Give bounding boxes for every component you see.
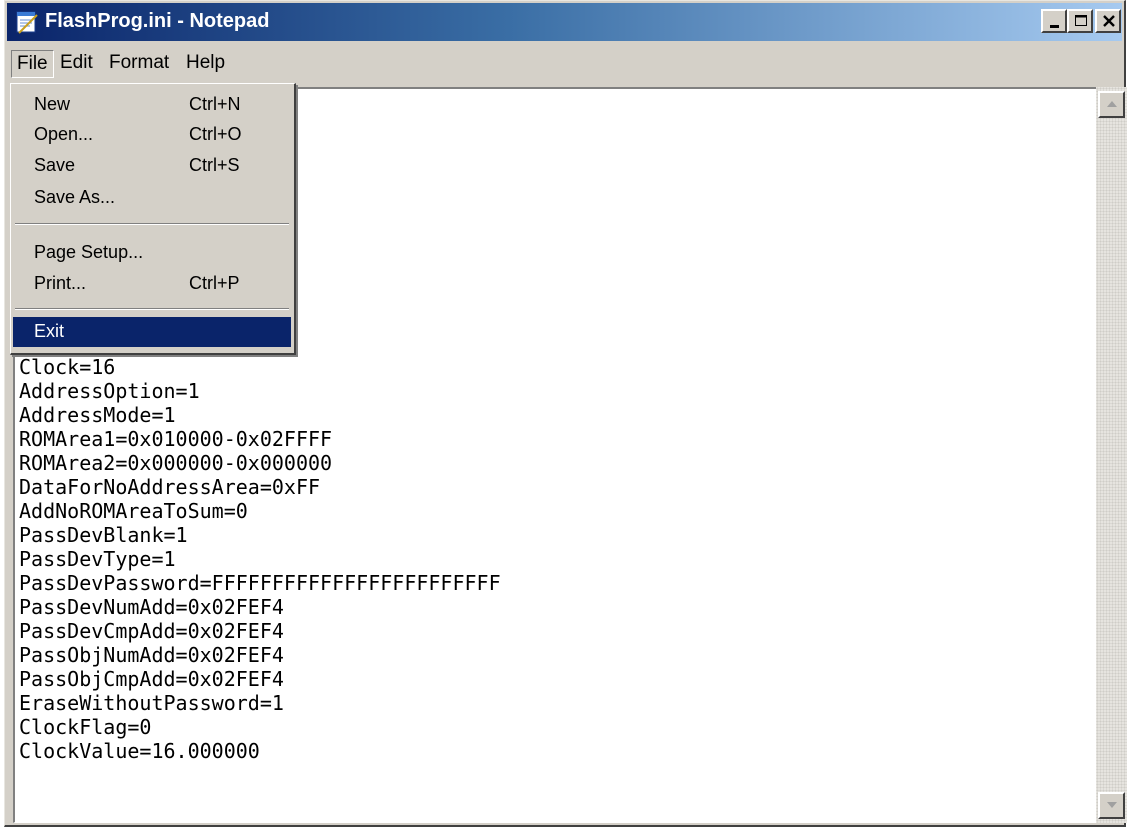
menu-item-label: Save As... [34,187,116,207]
menu-item-save[interactable]: Save Ctrl+S [13,151,291,181]
menu-item-shortcut: Ctrl+O [189,124,242,144]
maximize-button[interactable] [1067,9,1093,33]
menu-separator [15,223,289,225]
menu-item-label: Page Setup... [34,242,144,262]
scroll-up-button[interactable] [1098,91,1125,118]
scroll-down-button[interactable] [1098,792,1125,819]
menu-item-label: Save [34,155,76,175]
minimize-button[interactable] [1041,9,1067,33]
menu-item-label: Print... [34,273,87,293]
close-icon [1103,15,1115,27]
menu-edit[interactable]: Edit [55,50,98,76]
arrow-down-icon [1107,802,1117,808]
close-button[interactable] [1095,9,1121,33]
menu-separator [15,308,289,310]
menu-bar: File Edit Format Help [7,43,1122,83]
menu-item-page-setup[interactable]: Page Setup... [13,238,291,268]
menu-item-save-as[interactable]: Save As... [13,183,291,213]
menu-item-shortcut: Ctrl+P [189,273,240,293]
menu-item-shortcut: Ctrl+N [189,94,241,114]
menu-item-exit[interactable]: Exit [13,317,291,347]
window-title: FlashProg.ini - Notepad [45,10,270,32]
arrow-up-icon [1107,101,1117,107]
menu-item-print[interactable]: Print... Ctrl+P [13,269,291,299]
menu-item-shortcut: Ctrl+S [189,155,240,175]
notepad-icon [16,11,38,34]
menu-item-label: New [34,94,71,114]
menu-item-label: Open... [34,124,94,144]
minimize-icon [1050,25,1059,28]
menu-item-new[interactable]: New Ctrl+N [13,90,291,120]
menu-format[interactable]: Format [104,50,174,76]
menu-help[interactable]: Help [181,50,230,76]
menu-item-open[interactable]: Open... Ctrl+O [13,120,291,150]
vertical-scrollbar[interactable] [1096,87,1127,823]
maximize-icon [1075,15,1087,26]
file-menu-dropdown: New Ctrl+N Open... Ctrl+O Save Ctrl+S Sa… [10,83,296,355]
title-bar[interactable]: FlashProg.ini - Notepad [7,3,1122,41]
menu-item-label: Exit [34,321,65,341]
menu-file[interactable]: File [11,50,54,78]
